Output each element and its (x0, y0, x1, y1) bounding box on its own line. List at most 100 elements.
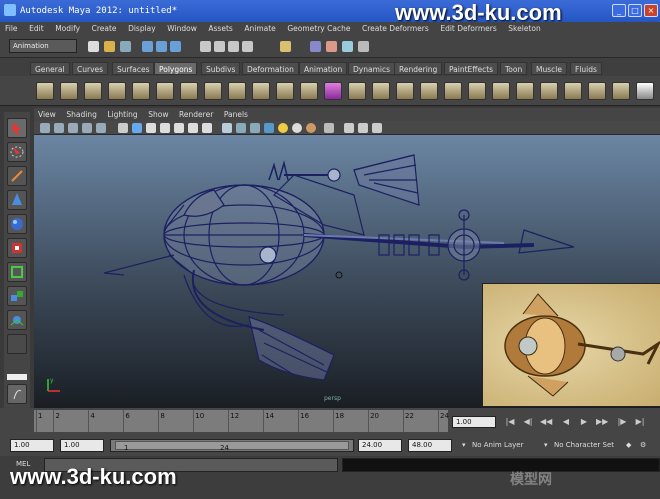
auto-key-icon[interactable]: ◆ (626, 441, 631, 449)
cylindrical-mapping-icon[interactable] (588, 82, 606, 100)
shelf-tab-general[interactable]: General (30, 62, 70, 75)
menu-file[interactable]: File (0, 22, 22, 33)
anim-preferences-icon[interactable]: ⚙ (640, 441, 646, 449)
camera-attributes-icon[interactable] (40, 123, 50, 133)
smooth-shade-icon[interactable] (132, 123, 142, 133)
scale-tool-icon[interactable] (7, 238, 27, 258)
quick-layout-icon[interactable] (7, 384, 27, 404)
shadows-icon[interactable] (188, 123, 198, 133)
panel-menu-panels[interactable]: Panels (220, 108, 252, 119)
ipr-render-icon[interactable] (342, 41, 353, 52)
character-set-dropdown[interactable]: No Character Set (554, 441, 614, 449)
universal-manipulator-icon[interactable] (7, 262, 27, 282)
menu-assets[interactable]: Assets (203, 22, 236, 33)
text-icon[interactable] (202, 123, 212, 133)
split-polygon-icon[interactable] (444, 82, 462, 100)
timeline-ruler[interactable]: 1 2 4 6 8 10 12 14 16 18 20 22 24 (34, 410, 449, 432)
shelf-tab-dynamics[interactable]: Dynamics (348, 62, 395, 75)
step-forward-frame-icon[interactable]: ▶▶ (596, 416, 608, 428)
uv-texture-editor-icon[interactable] (612, 82, 630, 100)
step-back-frame-icon[interactable]: ◀◀ (540, 416, 552, 428)
merge-icon[interactable] (540, 82, 558, 100)
poly-torus-icon[interactable] (156, 82, 174, 100)
motion-blur-icon[interactable] (306, 123, 316, 133)
bookmarks-icon[interactable] (54, 123, 64, 133)
snap-curve-icon[interactable] (214, 41, 225, 52)
planar-mapping-icon[interactable] (564, 82, 582, 100)
play-forwards-icon[interactable]: ▶ (578, 416, 590, 428)
bevel-icon[interactable] (516, 82, 534, 100)
chevron-down-icon[interactable]: ▾ (544, 441, 548, 449)
shelf-tab-subdivs[interactable]: Subdivs (201, 62, 241, 75)
render-settings-icon[interactable] (358, 41, 369, 52)
new-scene-icon[interactable] (88, 41, 99, 52)
poly-cube-icon[interactable] (60, 82, 78, 100)
menu-display[interactable]: Display (123, 22, 160, 33)
offset-edge-loop-icon[interactable] (492, 82, 510, 100)
shelf-tab-painteffects[interactable]: PaintEffects (444, 62, 499, 75)
playback-start-field[interactable]: 1.00 (60, 439, 104, 452)
step-back-key-icon[interactable]: ◀| (522, 416, 534, 428)
chevron-down-icon[interactable]: ▾ (462, 441, 466, 449)
menu-skeleton[interactable]: Skeleton (503, 22, 544, 33)
xray-active-icon[interactable] (264, 123, 274, 133)
menu-edit[interactable]: Edit (24, 22, 48, 33)
xray-joints-icon[interactable] (250, 123, 260, 133)
anti-alias-icon[interactable] (372, 123, 382, 133)
lasso-tool-icon[interactable] (7, 142, 27, 162)
playback-end-field[interactable]: 24.00 (358, 439, 402, 452)
ambient-occlusion-icon[interactable] (292, 123, 302, 133)
select-object-icon[interactable] (156, 41, 167, 52)
render-current-icon[interactable] (326, 41, 337, 52)
wireframe-icon[interactable] (118, 123, 128, 133)
hud-icon[interactable] (344, 123, 354, 133)
menu-window[interactable]: Window (162, 22, 201, 33)
poly-sphere-icon[interactable] (36, 82, 54, 100)
poly-pyramid-icon[interactable] (204, 82, 222, 100)
depth-of-field-icon[interactable] (324, 123, 334, 133)
menu-modify[interactable]: Modify (50, 22, 84, 33)
snap-plane-icon[interactable] (242, 41, 253, 52)
shelf-tab-fluids[interactable]: Fluids (570, 62, 602, 75)
smooth-icon[interactable] (324, 82, 342, 100)
menu-create-deformers[interactable]: Create Deformers (357, 22, 433, 33)
extrude-icon[interactable] (372, 82, 390, 100)
step-forward-key-icon[interactable]: |▶ (616, 416, 628, 428)
use-all-lights-icon[interactable] (174, 123, 184, 133)
shelf-tab-polygons[interactable]: Polygons (154, 62, 198, 75)
play-backwards-icon[interactable]: ◀ (560, 416, 572, 428)
soft-modification-icon[interactable] (7, 286, 27, 306)
anim-layer-dropdown[interactable]: No Anim Layer (472, 441, 523, 449)
minimize-icon[interactable]: _ (612, 4, 626, 17)
shelf-tab-curves[interactable]: Curves (72, 62, 109, 75)
poly-cylinder-icon[interactable] (84, 82, 102, 100)
shelf-tab-toon[interactable]: Toon (500, 62, 528, 75)
go-to-start-icon[interactable]: |◀ (504, 416, 516, 428)
film-gate-icon[interactable] (96, 123, 106, 133)
poly-plane-icon[interactable] (132, 82, 150, 100)
shelf-tab-deformation[interactable]: Deformation (242, 62, 299, 75)
history-icon[interactable] (280, 41, 291, 52)
go-to-end-icon[interactable]: ▶| (634, 416, 646, 428)
menu-geometry-cache[interactable]: Geometry Cache (282, 22, 354, 33)
end-time-field[interactable]: 48.00 (408, 439, 452, 452)
last-tool-icon[interactable] (7, 334, 27, 354)
default-lighting-icon[interactable] (278, 123, 288, 133)
range-slider-handle[interactable]: 1 24 (115, 441, 349, 452)
save-scene-icon[interactable] (120, 41, 131, 52)
panel-menu-lighting[interactable]: Lighting (103, 108, 141, 119)
panel-menu-renderer[interactable]: Renderer (175, 108, 217, 119)
textured-icon[interactable] (160, 123, 170, 133)
select-hierarchy-icon[interactable] (142, 41, 153, 52)
panel-menu-view[interactable]: View (34, 108, 60, 119)
select-tool-icon[interactable] (7, 118, 27, 138)
poly-cone-icon[interactable] (108, 82, 126, 100)
wireframe-on-shaded-icon[interactable] (146, 123, 156, 133)
snap-point-icon[interactable] (228, 41, 239, 52)
poly-pipe-icon[interactable] (228, 82, 246, 100)
extract-icon[interactable] (300, 82, 318, 100)
current-frame-field[interactable]: 1.00 (452, 416, 496, 428)
maximize-icon[interactable]: □ (628, 4, 642, 17)
booleans-icon[interactable] (348, 82, 366, 100)
render-view-icon[interactable] (310, 41, 321, 52)
